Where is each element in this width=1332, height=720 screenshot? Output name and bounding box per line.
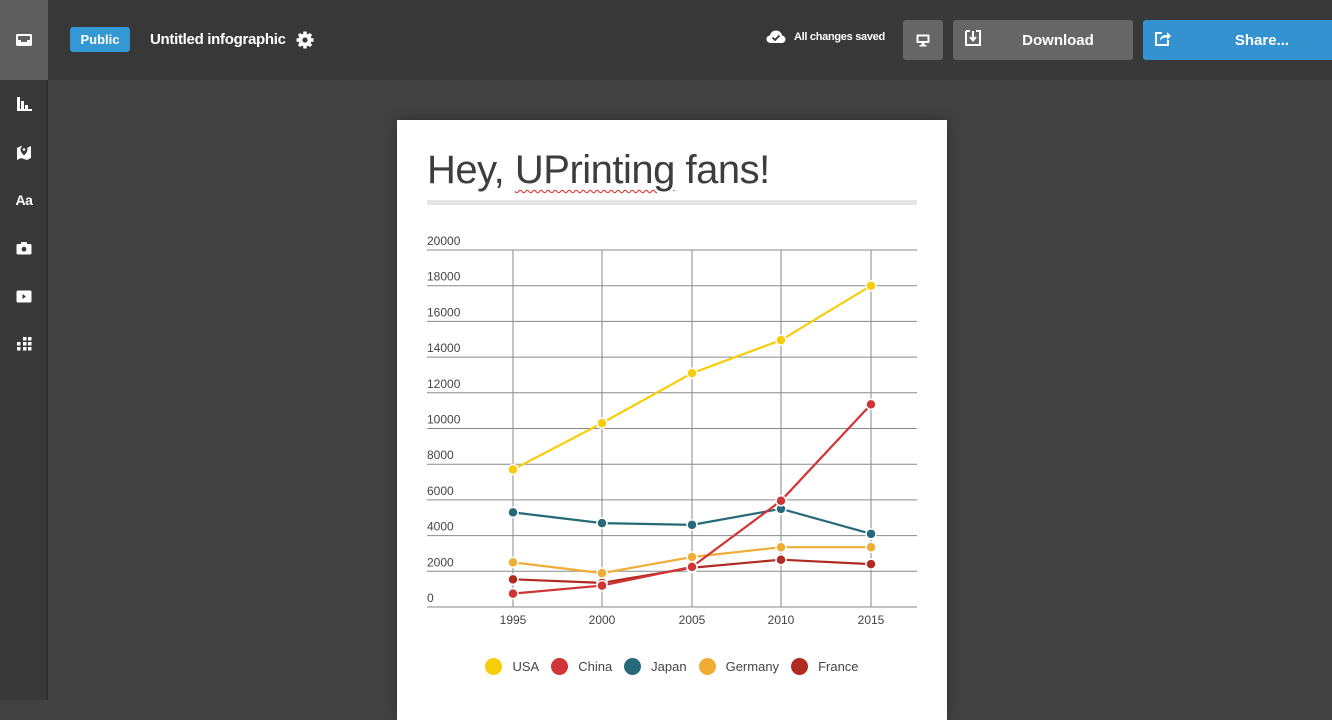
y-tick-label: 4000 [427, 520, 454, 534]
data-point-china [596, 579, 608, 592]
data-point-china [775, 495, 787, 507]
y-tick-label: 16000 [427, 305, 461, 319]
legend-swatch [698, 658, 716, 675]
save-status-text: All changes saved [794, 31, 885, 43]
data-point-japan [865, 528, 877, 540]
video-play-icon [16, 290, 32, 302]
download-label: Download [1022, 32, 1094, 49]
data-point-china [686, 561, 698, 573]
data-point-china [507, 587, 519, 600]
legend-swatch [791, 658, 809, 675]
inbox-tray-icon [16, 34, 32, 46]
y-tick-label: 18000 [427, 270, 461, 284]
chart-legend: USA China Japan Germany France [397, 658, 947, 675]
legend-label: USA [512, 659, 540, 674]
legend-item-france[interactable]: France [791, 658, 859, 675]
y-tick-label: 2000 [427, 555, 454, 569]
legend-item-usa[interactable]: USA [485, 658, 539, 675]
legend-item-japan[interactable]: Japan [624, 658, 687, 675]
data-point-japan [686, 519, 698, 531]
legend-label: Japan [651, 659, 687, 674]
sidebar-item-charts[interactable] [0, 84, 48, 124]
y-tick-label: 0 [427, 591, 434, 605]
legend-item-germany[interactable]: Germany [698, 658, 780, 675]
gear-icon[interactable] [295, 30, 315, 50]
camera-icon [16, 242, 32, 255]
sidebar-item-text[interactable]: Aa [0, 180, 48, 220]
visibility-badge[interactable]: Public [70, 27, 130, 52]
bar-chart-icon [17, 97, 32, 111]
x-tick-label: 2010 [768, 613, 795, 627]
save-status: All changes saved [766, 30, 885, 44]
x-tick-label: 2015 [858, 613, 885, 627]
text-aa-icon: Aa [15, 192, 33, 208]
data-point-usa [596, 417, 608, 429]
legend-swatch [624, 658, 642, 675]
x-tick-label: 2005 [679, 613, 706, 627]
data-point-germany [775, 541, 787, 553]
data-point-france [507, 573, 519, 586]
sidebar-item-videos[interactable] [0, 276, 48, 316]
map-pin-icon [17, 146, 31, 160]
data-point-usa [865, 279, 877, 292]
y-tick-label: 10000 [427, 413, 461, 427]
data-point-japan [596, 517, 608, 529]
data-point-usa [507, 463, 519, 476]
infographic-page[interactable]: Hey, UPrinting fans! 0 2000 4000 6000 8000 10… [397, 120, 947, 720]
grid-icon [16, 337, 31, 351]
share-label: Share... [1234, 32, 1290, 49]
sidebar-item-more[interactable] [0, 324, 48, 364]
legend-item-china[interactable]: China [551, 658, 612, 675]
y-tick-label: 14000 [427, 341, 461, 355]
legend-label: Germany [725, 659, 780, 674]
data-point-france [775, 553, 787, 566]
data-point-usa [775, 334, 787, 346]
data-point-china [865, 398, 877, 411]
data-point-germany [596, 567, 608, 579]
legend-swatch [551, 658, 569, 675]
top-toolbar: Public Untitled infographic All changes … [48, 0, 1332, 80]
y-tick-label: 20000 [427, 234, 461, 248]
share-icon [1155, 32, 1171, 46]
preview-button[interactable] [903, 20, 943, 60]
data-point-germany [865, 541, 877, 553]
share-button[interactable]: Share... [1143, 20, 1332, 60]
x-tick-label: 2000 [589, 613, 616, 627]
y-tick-label: 6000 [427, 484, 454, 498]
legend-label: France [818, 659, 859, 674]
x-tick-label: 1995 [500, 613, 527, 627]
line-chart[interactable]: 0 2000 4000 6000 8000 10000 12000 14000 16000 180… [397, 120, 947, 650]
monitor-icon [916, 34, 930, 46]
legend-swatch [485, 658, 503, 675]
data-point-germany [686, 551, 698, 563]
data-point-japan [507, 506, 519, 519]
y-tick-label: 12000 [427, 377, 461, 391]
data-point-usa [686, 367, 698, 379]
y-tick-label: 8000 [427, 448, 454, 462]
download-button[interactable]: Download [953, 20, 1133, 60]
left-toolbar: Aa [0, 0, 48, 700]
cloud-check-icon [766, 30, 786, 43]
sidebar-item-maps[interactable] [0, 132, 48, 172]
legend-label: China [578, 659, 613, 674]
data-point-france [865, 558, 877, 570]
document-title[interactable]: Untitled infographic [150, 31, 286, 48]
download-icon [965, 30, 981, 46]
data-point-germany [507, 556, 519, 569]
sidebar-item-library[interactable] [0, 0, 48, 80]
sidebar-item-photos[interactable] [0, 228, 48, 268]
